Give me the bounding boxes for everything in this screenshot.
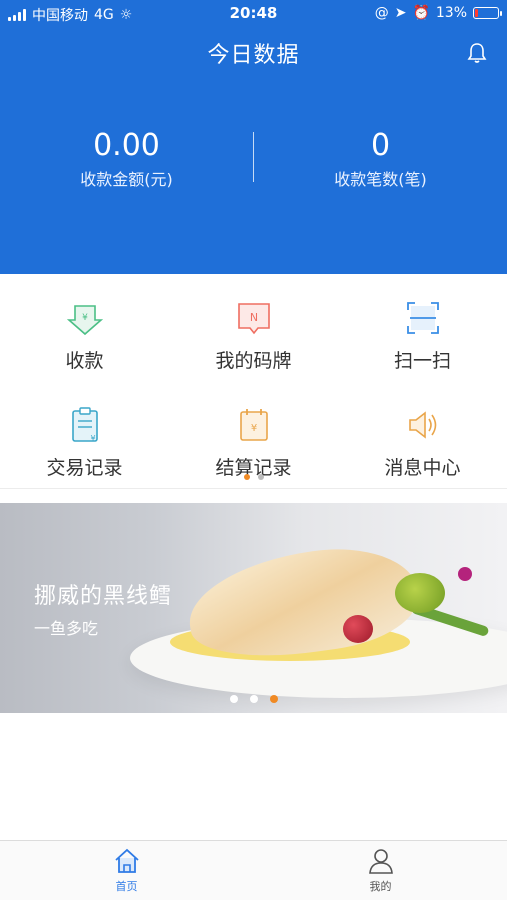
stat-amount: 0.00 收款金额(元): [0, 128, 253, 190]
battery-percent: 13%: [435, 5, 467, 21]
grid-item-label: 收款: [65, 350, 104, 372]
function-grid: ¥ 收款 N 我的码牌 扫一扫 ¥ 交易记录 ¥ 结算记录 消息中心: [0, 274, 507, 489]
lock-rotation-icon: @: [374, 5, 389, 21]
home-icon: [114, 848, 139, 873]
grid-page-dot[interactable]: [243, 474, 250, 480]
battery-icon: [473, 7, 502, 19]
grid-item-settlement[interactable]: ¥ 结算记录: [169, 381, 338, 481]
tab-bar: 首页 我的: [0, 840, 507, 900]
grid-item-receive[interactable]: ¥ 收款: [0, 274, 169, 374]
banner-page-dot[interactable]: [229, 695, 238, 703]
banner-page-dot[interactable]: [269, 695, 278, 703]
banner-flower: [458, 567, 472, 581]
svg-text:¥: ¥: [90, 434, 95, 443]
grid-item-label: 扫一扫: [393, 350, 451, 372]
svg-text:¥: ¥: [82, 313, 88, 323]
banner-tomato: [343, 615, 373, 643]
grid-item-qr-card[interactable]: N 我的码牌: [169, 274, 338, 374]
alarm-icon: ⏰: [412, 5, 430, 21]
stat-count: 0 收款笔数(笔): [254, 128, 507, 190]
transaction-record-icon: ¥: [71, 407, 98, 443]
stats-divider: [253, 132, 254, 182]
grid-page-indicator[interactable]: [0, 474, 507, 480]
grid-divider: [0, 488, 507, 489]
grid-item-transactions[interactable]: ¥ 交易记录: [0, 381, 169, 481]
stat-amount-label: 收款金额(元): [80, 170, 173, 189]
banner-page-dot[interactable]: [249, 695, 258, 703]
speaker-icon: [408, 411, 436, 439]
tab-mine[interactable]: 我的: [254, 847, 507, 894]
tab-mine-label: 我的: [369, 880, 392, 893]
page-title: 今日数据: [207, 43, 300, 68]
banner-subline: 一鱼多吃: [34, 619, 99, 638]
location-icon: ➤: [394, 5, 407, 21]
svg-text:N: N: [249, 311, 257, 324]
bell-icon[interactable]: [467, 42, 487, 64]
banner-page-indicator[interactable]: [0, 695, 507, 703]
receive-payment-icon: ¥: [66, 305, 103, 336]
banner-greens: [395, 573, 445, 613]
scan-icon: [406, 302, 439, 334]
stat-count-label: 收款笔数(笔): [334, 170, 427, 189]
grid-item-scan[interactable]: 扫一扫: [338, 274, 507, 374]
grid-page-dot[interactable]: [257, 474, 264, 480]
stat-amount-value: 0.00: [93, 128, 160, 163]
grid-item-messages[interactable]: 消息中心: [338, 381, 507, 481]
tab-home[interactable]: 首页: [0, 847, 253, 894]
settlement-record-icon: ¥: [239, 409, 268, 441]
svg-text:¥: ¥: [250, 423, 256, 434]
banner-headline: 挪威的黑线鳕: [34, 584, 173, 609]
tab-home-label: 首页: [115, 880, 138, 893]
stat-count-value: 0: [370, 128, 391, 163]
user-icon: [368, 849, 393, 874]
promo-banner[interactable]: 挪威的黑线鳕 一鱼多吃: [0, 503, 507, 713]
status-bar: 中国移动 4G ☼ 20:48 @ ➤ ⏰ 13%: [0, 0, 507, 28]
grid-item-label: 我的码牌: [215, 350, 292, 372]
header-panel: 中国移动 4G ☼ 20:48 @ ➤ ⏰ 13% 今日数据 0.00 收款金额…: [0, 0, 507, 274]
qr-code-card-icon: N: [237, 303, 270, 335]
